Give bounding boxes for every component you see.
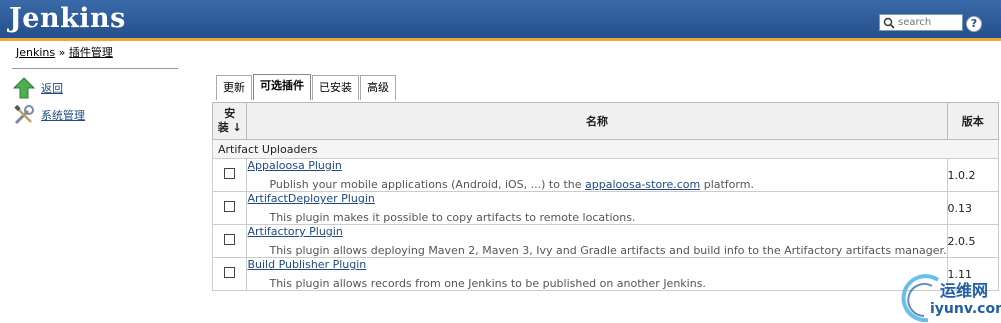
plugin-table: 安 装 ↓ 名称 版本 Artifact Uploaders Appaloosa… xyxy=(211,102,999,291)
search-icon xyxy=(883,17,895,29)
breadcrumb-divider xyxy=(12,68,178,69)
plugin-tabs: 更新 可选插件 已安装 高级 xyxy=(216,74,397,100)
jenkins-logo[interactable]: Jenkins xyxy=(9,3,126,34)
plugin-name-link[interactable]: Artifactory Plugin xyxy=(247,225,342,238)
breadcrumb-current[interactable]: 插件管理 xyxy=(69,46,113,59)
name-column-header[interactable]: 名称 xyxy=(246,102,948,140)
plugin-description: This plugin allows records from one Jenk… xyxy=(269,277,706,290)
version-column-header[interactable]: 版本 xyxy=(946,102,999,140)
plugin-name-link[interactable]: Build Publisher Plugin xyxy=(247,258,366,271)
install-checkbox[interactable] xyxy=(224,234,236,245)
plugin-name-link[interactable]: Appaloosa Plugin xyxy=(247,159,341,172)
help-icon[interactable]: ? xyxy=(966,16,982,32)
watermark-text-top: 运维网 xyxy=(940,281,989,300)
plugin-version: 2.0.5 xyxy=(946,224,999,258)
tab-updates[interactable]: 更新 xyxy=(216,75,252,100)
header-bar: Jenkins ? xyxy=(0,0,1001,41)
install-checkbox[interactable] xyxy=(224,201,236,212)
tab-installed[interactable]: 已安装 xyxy=(312,75,359,100)
tab-available[interactable]: 可选插件 xyxy=(253,74,311,100)
tools-icon xyxy=(13,104,35,126)
plugin-version: 0.13 xyxy=(946,191,999,225)
sidebar-item-label[interactable]: 系统管理 xyxy=(41,107,85,123)
install-checkbox[interactable] xyxy=(224,168,236,179)
category-label: Artifact Uploaders xyxy=(212,139,999,159)
watermark-text-bottom: iyunv.com xyxy=(930,301,1001,317)
install-checkbox[interactable] xyxy=(224,267,236,278)
search-input[interactable] xyxy=(898,16,958,29)
appaloosa-link[interactable]: appaloosa-store.com xyxy=(585,178,700,191)
breadcrumb-separator: » xyxy=(58,46,66,59)
table-row: ArtifactDeployer Plugin This plugin make… xyxy=(211,191,999,225)
tab-advanced[interactable]: 高级 xyxy=(360,75,396,100)
plugin-description: This plugin allows deploying Maven 2, Ma… xyxy=(269,244,947,257)
table-row: Appaloosa Plugin Publish your mobile app… xyxy=(211,158,999,192)
up-arrow-icon xyxy=(12,77,36,99)
install-column-header[interactable]: 安 装 ↓ xyxy=(211,102,248,140)
sort-arrow-icon: ↓ xyxy=(232,121,242,134)
sidebar-item-label[interactable]: 返回 xyxy=(41,80,63,96)
plugin-version: 1.0.2 xyxy=(946,158,999,192)
sidebar-item-manage[interactable]: 系统管理 xyxy=(13,104,85,126)
plugin-name-link[interactable]: ArtifactDeployer Plugin xyxy=(247,192,374,205)
sidebar-item-back[interactable]: 返回 xyxy=(12,77,63,99)
table-row: Build Publisher Plugin This plugin allow… xyxy=(211,257,999,291)
table-row: Artifactory Plugin This plugin allows de… xyxy=(211,224,999,258)
search-box[interactable] xyxy=(879,14,963,31)
breadcrumb: Jenkins » 插件管理 xyxy=(16,44,113,60)
category-row: Artifact Uploaders xyxy=(212,139,999,159)
plugin-description: Publish your mobile applications (Androi… xyxy=(269,178,754,191)
plugin-description: This plugin makes it possible to copy ar… xyxy=(269,211,636,224)
breadcrumb-home[interactable]: Jenkins xyxy=(16,46,55,59)
table-header-row: 安 装 ↓ 名称 版本 xyxy=(211,102,999,140)
